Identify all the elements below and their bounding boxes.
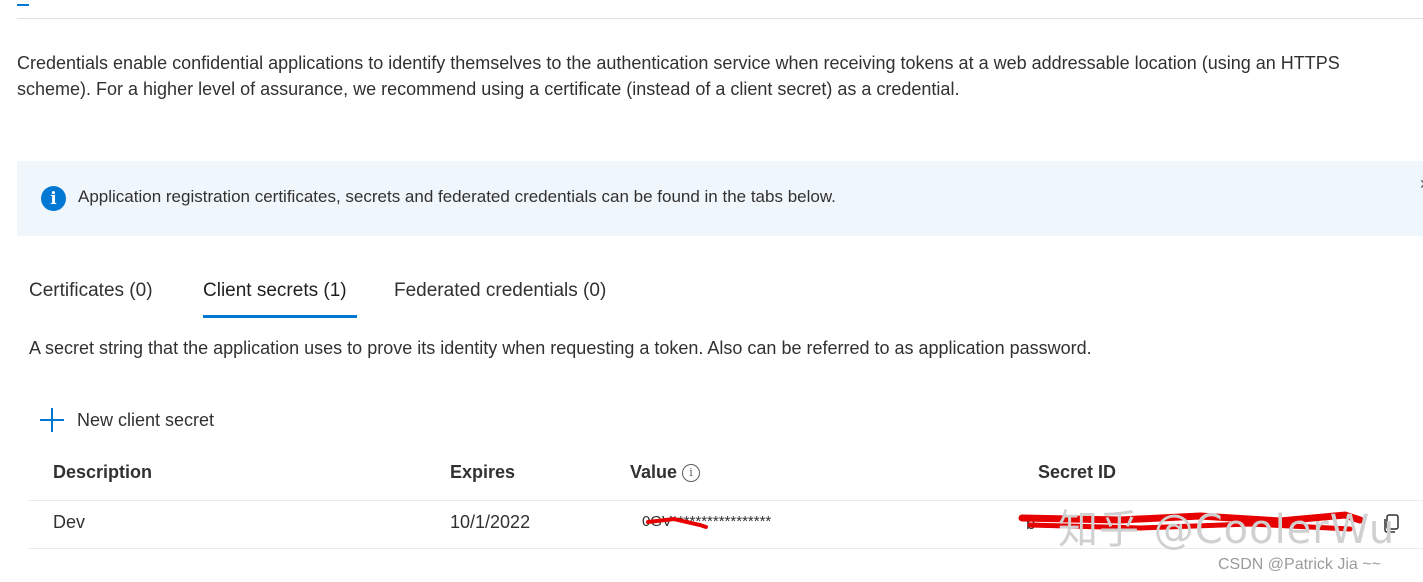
column-header-value[interactable]: Value i xyxy=(630,462,701,483)
new-client-secret-label: New client secret xyxy=(77,409,215,430)
column-header-value-label: Value xyxy=(630,462,678,482)
tab-client-secrets[interactable]: Client secrets (1) xyxy=(203,280,347,302)
column-header-description[interactable]: Description xyxy=(53,462,152,483)
value-info-icon[interactable]: i xyxy=(682,463,701,482)
plus-icon xyxy=(40,408,64,432)
new-client-secret-button[interactable]: New client secret xyxy=(40,405,214,435)
column-header-secret-id[interactable]: Secret ID xyxy=(1038,462,1116,483)
tab-certificates[interactable]: Certificates (0) xyxy=(29,280,153,302)
credentials-description-line-2: scheme). For a higher level of assurance… xyxy=(17,79,960,99)
row-description: Dev xyxy=(53,512,86,532)
row-secret-value: 0GV***************** xyxy=(642,513,772,530)
source-watermark: CSDN @Patrick Jia ~~ xyxy=(1218,556,1381,573)
info-banner-text: Application registration certificates, s… xyxy=(78,187,836,206)
column-header-expires[interactable]: Expires xyxy=(450,462,515,483)
info-icon: i xyxy=(41,186,66,211)
credentials-description-line-1: Credentials enable confidential applicat… xyxy=(17,53,1340,73)
credentials-description: Credentials enable confidential applicat… xyxy=(17,50,1423,102)
top-divider xyxy=(17,18,1423,19)
close-icon[interactable]: ✕ xyxy=(1419,176,1423,193)
active-tab-indicator xyxy=(203,315,357,318)
top-link-fragment[interactable] xyxy=(17,0,29,6)
watermark: 知乎 @CoolerWu xyxy=(1058,507,1396,553)
row-secret-id: b xyxy=(1026,514,1036,533)
client-secrets-description: A secret string that the application use… xyxy=(29,338,1092,358)
tab-federated-credentials[interactable]: Federated credentials (0) xyxy=(394,280,606,302)
row-expires: 10/1/2022 xyxy=(450,512,531,532)
